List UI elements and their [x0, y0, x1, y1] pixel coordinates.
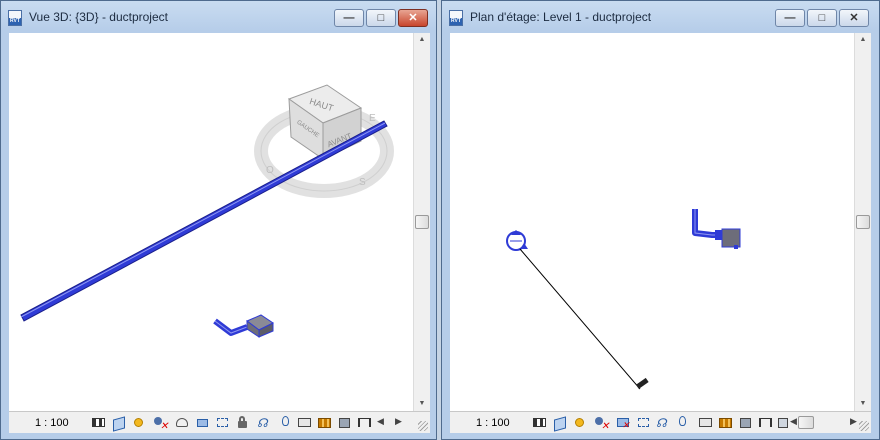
title-bar[interactable]: RVT Vue 3D: {3D} - ductproject — □ ✕ — [1, 1, 436, 33]
visual-style-icon[interactable] — [552, 415, 567, 432]
analysis-icon[interactable] — [738, 415, 753, 430]
minimize-button[interactable]: — — [775, 9, 805, 27]
show-crop-icon[interactable] — [215, 415, 230, 430]
scroll-left-arrow-icon[interactable]: ◀ — [790, 416, 797, 427]
sun-path-icon[interactable] — [572, 415, 587, 430]
maximize-button[interactable]: □ — [366, 9, 396, 27]
analysis-icon[interactable] — [337, 415, 352, 430]
floor-plan-drawing — [506, 209, 741, 390]
scroll-up-arrow-icon[interactable]: ▲ — [414, 33, 430, 47]
detail-level-icon[interactable] — [91, 415, 106, 430]
highlight-displacement-icon[interactable] — [758, 415, 773, 430]
scroll-left-arrow-icon[interactable]: ◀ — [377, 416, 384, 427]
resize-grip-icon[interactable] — [418, 421, 428, 431]
show-crop-icon[interactable] — [636, 415, 651, 430]
shadows-icon[interactable]: ✕ — [153, 415, 168, 432]
vertical-scrollbar[interactable]: ▲ ▼ — [854, 33, 871, 411]
maximize-button[interactable]: □ — [807, 9, 837, 27]
highlight-displacement-icon[interactable] — [357, 415, 372, 430]
scroll-right-arrow-icon[interactable]: ▶ — [395, 416, 402, 427]
maximize-icon: □ — [818, 12, 826, 24]
duct-elbow-fitting[interactable] — [213, 318, 249, 336]
reveal-constraints-icon[interactable] — [776, 415, 791, 430]
reveal-hidden-icon[interactable] — [279, 415, 294, 430]
title-bar[interactable]: RVT Plan d'étage: Level 1 - ductproject … — [442, 1, 879, 33]
shadows-icon[interactable]: ✕ — [594, 415, 609, 432]
view-scale[interactable]: 1 : 100 — [35, 417, 69, 429]
scroll-down-arrow-icon[interactable]: ▼ — [414, 397, 430, 411]
view-control-bar: 1 : 100 ✕ ✕ ☊ ◀ ▶ — [450, 411, 871, 433]
reveal-hidden-icon[interactable] — [676, 415, 691, 430]
scroll-thumb[interactable] — [415, 215, 429, 229]
window-title: Plan d'étage: Level 1 - ductproject — [470, 10, 652, 24]
design-options-icon[interactable] — [718, 415, 733, 430]
scroll-right-arrow-icon[interactable]: ▶ — [850, 416, 857, 427]
vertical-scrollbar[interactable]: ▲ ▼ — [413, 33, 430, 411]
temp-hide-icon[interactable]: ☊ — [656, 415, 671, 430]
crop-view-icon[interactable]: ✕ — [616, 415, 631, 430]
section-tail-marker[interactable] — [635, 377, 649, 389]
horizontal-scroll-thumb[interactable] — [798, 416, 814, 429]
minimize-icon: — — [784, 12, 796, 24]
worksharing-icon[interactable] — [297, 415, 312, 430]
3d-canvas[interactable]: O S E HAUT AVANT GAUCHE — [9, 33, 413, 411]
close-icon: ✕ — [408, 12, 418, 24]
visual-style-icon[interactable] — [111, 415, 126, 432]
scroll-up-arrow-icon[interactable]: ▲ — [855, 33, 871, 47]
resize-grip-icon[interactable] — [859, 421, 869, 431]
close-button[interactable]: ✕ — [398, 9, 428, 27]
render-icon[interactable] — [175, 415, 190, 430]
temp-hide-icon[interactable]: ☊ — [257, 415, 272, 430]
section-line[interactable] — [519, 248, 641, 390]
worksharing-icon[interactable] — [698, 415, 713, 430]
view-scale[interactable]: 1 : 100 — [476, 417, 510, 429]
revit-file-icon: RVT — [8, 10, 22, 26]
sun-path-icon[interactable] — [131, 415, 146, 430]
3d-model-drawing: O S E HAUT AVANT GAUCHE — [20, 84, 394, 338]
mechanical-equipment[interactable] — [246, 314, 274, 338]
detail-level-icon[interactable] — [532, 415, 547, 430]
close-icon: ✕ — [849, 12, 859, 24]
minimize-icon: — — [343, 12, 355, 24]
compass-west-label: O — [266, 165, 274, 176]
window-floor-plan[interactable]: RVT Plan d'étage: Level 1 - ductproject … — [441, 0, 880, 440]
view-control-bar: 1 : 100 ✕ ☊ ◀ ▶ — [9, 411, 430, 433]
compass-south-label: S — [359, 177, 366, 188]
scroll-thumb[interactable] — [856, 215, 870, 229]
window-title: Vue 3D: {3D} - ductproject — [29, 10, 168, 24]
viewcube[interactable]: HAUT AVANT GAUCHE — [287, 84, 363, 160]
window-3d-view[interactable]: RVT Vue 3D: {3D} - ductproject — □ ✕ O S… — [0, 0, 437, 440]
close-button[interactable]: ✕ — [839, 9, 869, 27]
revit-file-icon: RVT — [449, 10, 463, 26]
minimize-button[interactable]: — — [334, 9, 364, 27]
maximize-icon: □ — [377, 12, 385, 24]
elevation-marker[interactable] — [506, 230, 528, 251]
compass-east-label: E — [369, 113, 376, 124]
design-options-icon[interactable] — [317, 415, 332, 430]
duct-run[interactable] — [20, 120, 388, 322]
crop-view-icon[interactable] — [195, 415, 210, 430]
scroll-down-arrow-icon[interactable]: ▼ — [855, 397, 871, 411]
mechanical-equipment[interactable] — [715, 228, 741, 249]
unlock-3d-icon[interactable] — [235, 415, 250, 430]
plan-canvas[interactable] — [450, 33, 854, 411]
